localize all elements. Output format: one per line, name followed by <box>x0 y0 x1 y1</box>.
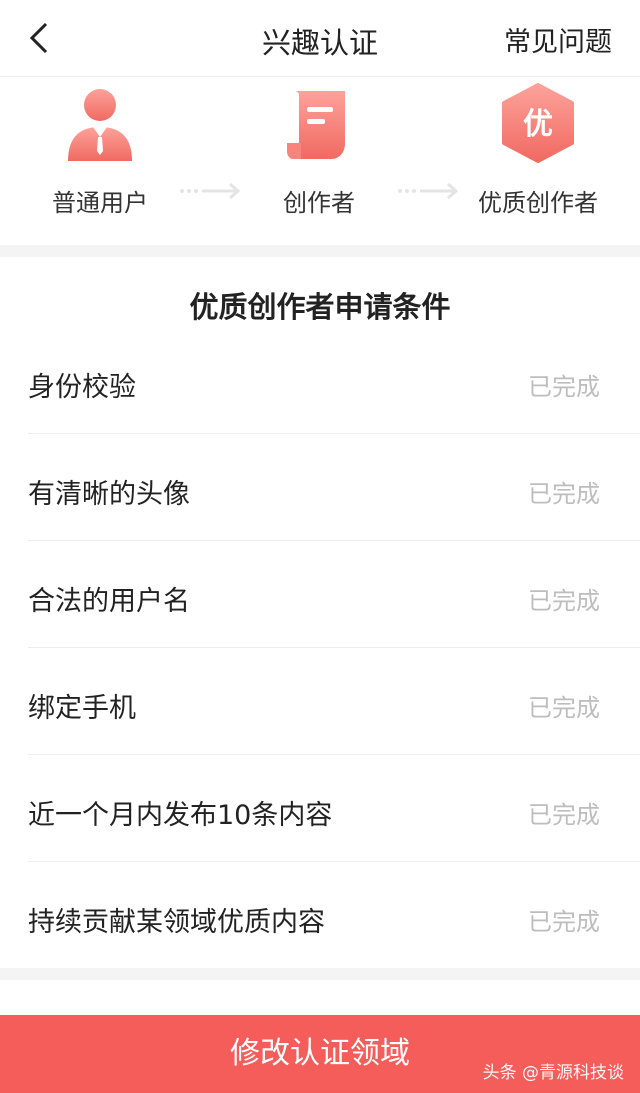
condition-name: 身份校验 <box>28 372 136 403</box>
condition-status: 已完成 <box>528 373 600 401</box>
condition-name: 绑定手机 <box>28 693 136 724</box>
condition-name: 近一个月内发布10条内容 <box>28 800 333 831</box>
list-item: 合法的用户名 已完成 <box>0 541 640 648</box>
step-label: 优质创作者 <box>478 189 598 217</box>
step-label: 创作者 <box>283 189 355 217</box>
conditions-title: 优质创作者申请条件 <box>189 290 451 324</box>
list-item: 身份校验 已完成 <box>0 327 640 434</box>
chevron-left-icon <box>29 22 48 54</box>
list-item: 近一个月内发布10条内容 已完成 <box>0 755 640 862</box>
faq-link[interactable]: 常见问题 <box>504 20 612 59</box>
nav-bar: 兴趣认证 常见问题 <box>0 0 640 77</box>
condition-status: 已完成 <box>528 908 600 936</box>
quality-badge-icon: 优 <box>502 83 574 163</box>
condition-status: 已完成 <box>528 587 600 615</box>
condition-name: 持续贡献某领域优质内容 <box>28 907 325 938</box>
list-item: 绑定手机 已完成 <box>0 648 640 755</box>
condition-status: 已完成 <box>528 801 600 829</box>
condition-name: 合法的用户名 <box>28 586 190 617</box>
section-divider <box>0 245 640 257</box>
step-label: 普通用户 <box>52 189 148 217</box>
document-icon <box>287 91 345 159</box>
condition-status: 已完成 <box>528 694 600 722</box>
conditions-list: 身份校验 已完成 有清晰的头像 已完成 合法的用户名 已完成 绑定手机 已完成 … <box>0 327 640 969</box>
list-item: 有清晰的头像 已完成 <box>0 434 640 541</box>
certification-steps: 普通用户 创作者 优 优质创作者 <box>0 77 640 245</box>
badge-text: 优 <box>523 107 553 142</box>
back-button[interactable] <box>22 18 62 58</box>
user-icon <box>68 89 132 161</box>
watermark: 头条 @青源科技谈 <box>482 1063 624 1083</box>
condition-status: 已完成 <box>528 480 600 508</box>
condition-name: 有清晰的头像 <box>28 479 190 510</box>
list-item: 持续贡献某领域优质内容 已完成 <box>0 862 640 969</box>
section-divider <box>0 968 640 980</box>
